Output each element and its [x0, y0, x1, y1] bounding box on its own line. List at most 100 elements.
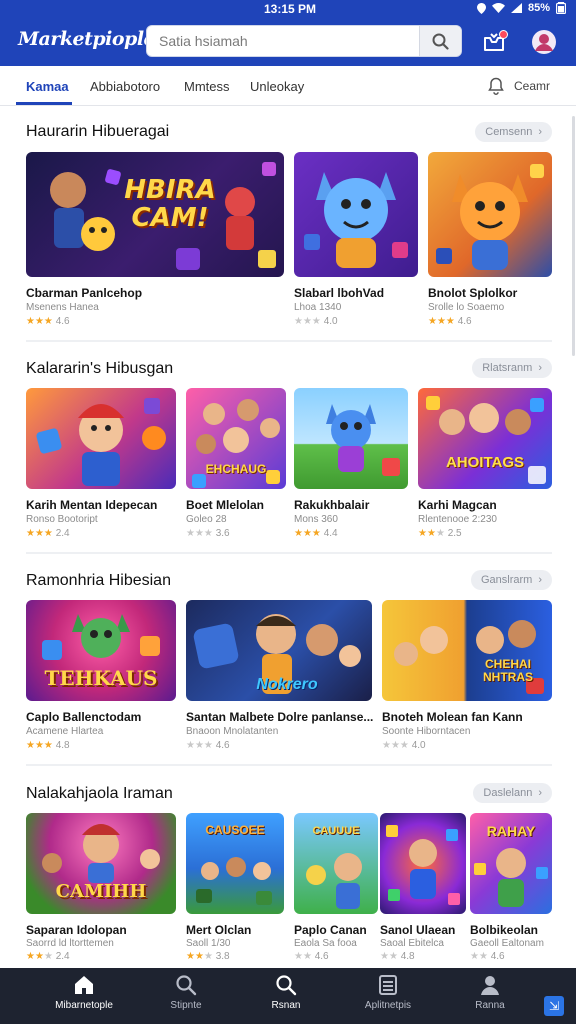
- game-subtitle: Lhoa 1340: [294, 302, 342, 313]
- game-art-title: CAMIHH: [55, 881, 147, 902]
- game-rating: ★★★ 2.5: [418, 528, 462, 539]
- game-title: Saparan Idolopan: [26, 923, 127, 937]
- chevron-right-icon: ›: [538, 126, 542, 138]
- game-thumbnail: CAUUUE: [294, 813, 378, 914]
- game-card[interactable]: AHOITAGS Karhi Magcan Rlentenooe 2:230 ★…: [418, 388, 552, 548]
- game-card[interactable]: RAHAY Bolbikeolan Gaeoll Ealtonam ★★ 4.6: [470, 813, 552, 965]
- star-rating-icon: ★★★: [294, 316, 321, 327]
- search-icon: [432, 33, 449, 50]
- see-all-button[interactable]: Daslelann ›: [473, 783, 552, 803]
- tab-mmtess[interactable]: Mmtess: [184, 79, 230, 94]
- game-card[interactable]: Nokrero Santan Malbete Dolre panlanse...…: [186, 600, 373, 760]
- nav-apps[interactable]: Aplitnetpis: [338, 974, 438, 1011]
- nav-label: Mibarnetople: [55, 1000, 113, 1011]
- section-divider: [26, 340, 552, 342]
- search-input[interactable]: [147, 26, 419, 56]
- game-rating: ★★★ 4.0: [382, 740, 426, 751]
- game-thumbnail: EHCHAUG: [186, 388, 286, 489]
- section-divider: [26, 552, 552, 554]
- game-rating: ★★★ 4.6: [428, 316, 472, 327]
- overlay-icon[interactable]: ⇲: [544, 996, 564, 1016]
- game-card[interactable]: TEHKAUS Caplo Ballenctodam Acamene Hlart…: [26, 600, 176, 760]
- nav-rsnan[interactable]: Rsnan: [236, 974, 336, 1011]
- game-title: Bnoteh Molean fan Kann: [382, 710, 523, 724]
- game-thumbnail: Nokrero: [186, 600, 372, 701]
- game-rating: ★★ 4.6: [470, 951, 505, 962]
- game-thumbnail: [26, 388, 176, 489]
- profile-icon: [481, 976, 499, 995]
- game-thumbnail: CHEHAI NHTRAS: [382, 600, 552, 701]
- app-logo[interactable]: Marketpiople: [18, 28, 156, 50]
- game-thumbnail: HBIRA CAM!: [26, 152, 284, 277]
- chevron-right-icon: ›: [538, 362, 542, 374]
- game-rating: ★★★ 4.0: [294, 316, 338, 327]
- game-subtitle: Bnaoon Mnolatanten: [186, 726, 279, 737]
- account-label: Ceamr: [513, 79, 550, 93]
- wifi-icon: [491, 3, 505, 13]
- notifications-button[interactable]: [480, 28, 508, 56]
- game-card[interactable]: Bnolot Splolkor Srolle lo Soaemo ★★★ 4.6: [428, 152, 552, 332]
- game-card[interactable]: Rakukhbalair Mons 360 ★★★ 4.4: [294, 388, 408, 548]
- nav-home[interactable]: Mibarnetople: [34, 974, 134, 1011]
- section-haurarin: Haurarin Hibueragai Cemsenn › HBIRA CAM! …: [0, 106, 576, 346]
- tab-unleokay[interactable]: Unleokay: [250, 79, 304, 94]
- game-rating: ★★★ 4.4: [294, 528, 338, 539]
- see-all-button[interactable]: Rlatsranm ›: [472, 358, 552, 378]
- game-card[interactable]: Sanol Ulaean Saoal Ebitelca ★★ 4.8: [380, 813, 466, 965]
- game-art-title: Nokrero: [256, 676, 318, 693]
- star-rating-icon: ★★★: [186, 528, 213, 539]
- nav-search[interactable]: Stipnte: [136, 974, 236, 1011]
- search-box[interactable]: [146, 25, 462, 57]
- game-subtitle: Saoal Ebitelca: [380, 938, 444, 949]
- game-subtitle: Srolle lo Soaemo: [428, 302, 505, 313]
- game-card[interactable]: CAUSOEE Mert Olclan Saoll 1/30 ★★★ 3.8: [186, 813, 284, 965]
- tab-kamaa[interactable]: Kamaa: [26, 79, 69, 94]
- game-card[interactable]: CHEHAI NHTRAS Bnoteh Molean fan Kann Soo…: [382, 600, 552, 760]
- game-art-title: CAUSOEE: [205, 823, 265, 837]
- game-subtitle: Eaola Sa fooa: [294, 938, 357, 949]
- see-all-button[interactable]: Ganslrarm ›: [470, 570, 552, 590]
- tab-abbiabotoro[interactable]: Abbiabotoro: [90, 79, 160, 94]
- star-rating-icon: ★★★: [26, 740, 53, 751]
- account-menu[interactable]: Ceamr: [488, 77, 550, 95]
- game-art: [326, 404, 400, 476]
- game-thumbnail: CAUSOEE: [186, 813, 284, 914]
- section-ramonhria: Ramonhria Hibesian Ganslrarm › TEHKAUS Ca…: [0, 558, 576, 770]
- search-button[interactable]: [419, 26, 461, 56]
- section-divider: [26, 764, 552, 766]
- star-rating-icon: ★★: [294, 951, 312, 962]
- game-rating: ★★★ 3.8: [186, 951, 230, 962]
- game-title: Bnolot Splolkor: [428, 286, 518, 300]
- game-card[interactable]: Karih Mentan Idepecan Ronso Bootoript ★★…: [26, 388, 176, 548]
- see-all-button[interactable]: Cemsenn ›: [475, 122, 552, 142]
- app-bar: Marketpiople: [0, 18, 576, 66]
- game-rating: ★★★ 3.6: [186, 528, 230, 539]
- game-card[interactable]: CAMIHH Saparan Idolopan Saorrd ld ltortt…: [26, 813, 176, 965]
- nav-label: Rsnan: [271, 1000, 301, 1011]
- profile-button[interactable]: [530, 28, 558, 56]
- game-card[interactable]: Slabarl lbohVad Lhoa 1340 ★★★ 4.0: [294, 152, 418, 332]
- game-title: Boet Mlelolan: [186, 498, 265, 512]
- search-icon: [176, 975, 197, 996]
- scrollbar[interactable]: [572, 116, 575, 356]
- game-rating: ★★★ 2.4: [26, 528, 70, 539]
- game-subtitle: Saorrd ld ltorttemen: [26, 938, 114, 949]
- nav-profile[interactable]: Ranna: [440, 974, 540, 1011]
- game-title: Slabarl lbohVad: [294, 286, 385, 300]
- game-rating: ★★ 4.6: [294, 951, 329, 962]
- game-title: Mert Olclan: [186, 923, 252, 937]
- game-title: Rakukhbalair: [294, 498, 370, 512]
- bottom-nav: Mibarnetople Stipnte Rsnan Aplitnetpis R…: [0, 968, 576, 1024]
- see-all-label: Rlatsranm: [482, 362, 533, 374]
- game-card[interactable]: EHCHAUG Boet Mlelolan Goleo 28 ★★★ 3.6: [186, 388, 286, 548]
- see-all-label: Daslelann: [483, 787, 533, 799]
- game-rating: ★★★ 4.8: [26, 740, 70, 751]
- game-subtitle: Mons 360: [294, 514, 338, 525]
- game-title: Karhi Magcan: [418, 498, 497, 512]
- nav-label: Stipnte: [170, 1000, 202, 1011]
- game-card[interactable]: CAUUUE Paplo Canan Eaola Sa fooa ★★ 4.6: [294, 813, 378, 965]
- game-card[interactable]: HBIRA CAM! Cbarman Panlcehop Msenens Han…: [26, 152, 284, 332]
- nav-label: Ranna: [475, 1000, 505, 1011]
- star-rating-icon: ★★★: [26, 316, 53, 327]
- chevron-right-icon: ›: [538, 574, 542, 586]
